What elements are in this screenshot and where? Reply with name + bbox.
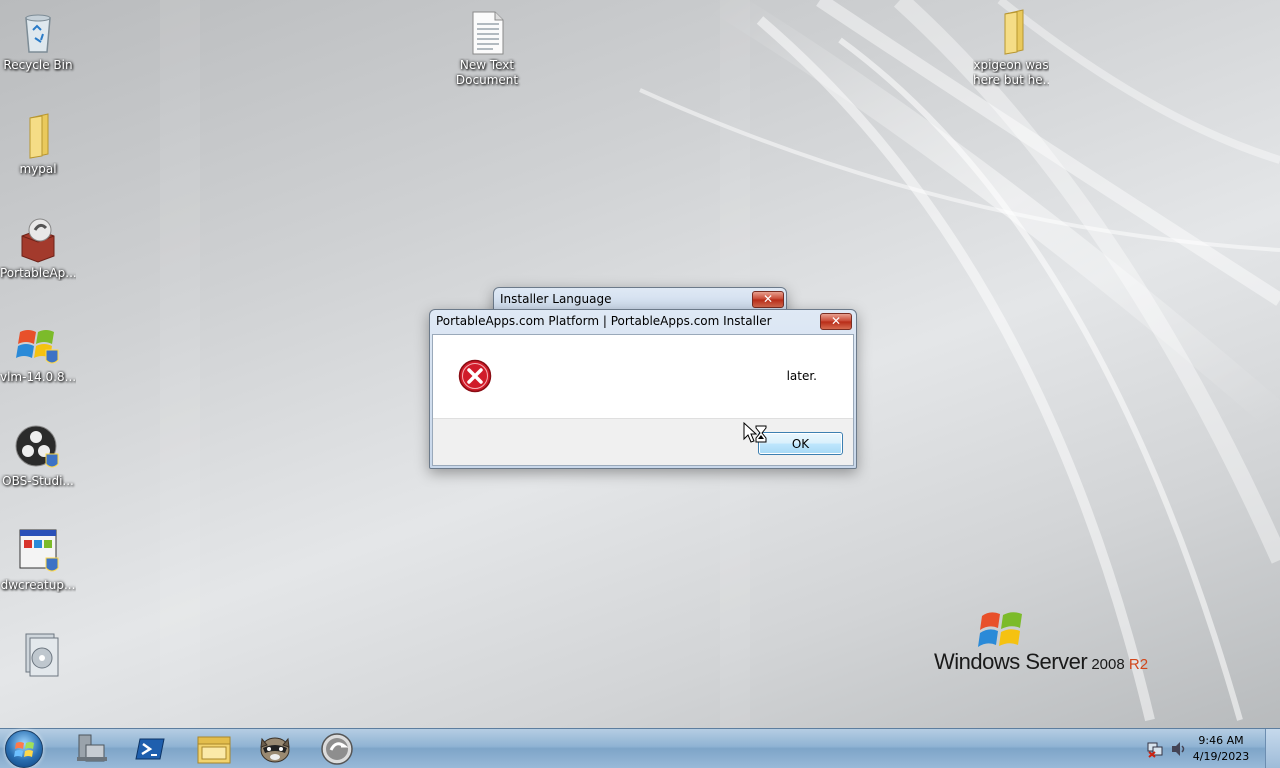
taskbar-portableapps[interactable] (312, 731, 362, 767)
desktop-icon-label: OBS-Studi... (2, 474, 74, 488)
desktop-icon-label-line2: here but he... (973, 73, 1049, 87)
desktop-icon-obs[interactable]: OBS-Studi... (0, 424, 76, 489)
desktop-icon-unnamed[interactable] (0, 632, 76, 682)
raccoon-app-icon (260, 737, 290, 763)
clock-date: 4/19/2023 (1192, 750, 1250, 763)
setup-disc-icon (14, 632, 62, 680)
desktop-icon-dwcreatup[interactable]: dwcreatup... (0, 528, 76, 593)
brand-version: 2008 (1087, 656, 1125, 673)
error-icon (458, 359, 492, 393)
desktop-icon-label: vlm-14.0.8... (0, 370, 76, 384)
desktop-icon-label: Recycle Bin (3, 58, 73, 72)
desktop-icon-new-text-document[interactable]: New Text Document (449, 8, 525, 88)
explorer-icon (197, 736, 231, 764)
desktop-icon-label-line1: xpigeon was (973, 58, 1049, 72)
ok-button[interactable]: OK (758, 432, 843, 455)
close-button[interactable]: ✕ (752, 291, 784, 308)
installer-error-dialog[interactable]: PortableApps.com Platform | PortableApps… (429, 309, 857, 469)
text-document-icon (463, 8, 511, 56)
windows-setup-shield-icon (14, 320, 62, 368)
brand-release: R2 (1124, 656, 1149, 673)
desktop-icon-label: PortableAp... (0, 266, 76, 280)
desktop-icon-recycle-bin[interactable]: Recycle Bin (0, 8, 76, 73)
desktop-icon-xpigeon-folder[interactable]: xpigeon was here but he... (973, 8, 1049, 88)
clock-time: 9:46 AM (1198, 734, 1244, 747)
portableapps-box-icon (14, 216, 62, 264)
system-clock[interactable]: 9:46 AM 4/19/2023 (1186, 733, 1256, 765)
desktop-icon-label: mypal (19, 162, 57, 176)
dialog-message: later. (786, 369, 817, 383)
dialog-button-bar: OK (433, 418, 853, 465)
folder-icon (987, 8, 1035, 56)
desktop-icon-label-line2: Document (455, 73, 519, 87)
folder-icon (14, 112, 62, 160)
desktop-icon-portableapps[interactable]: PortableAp... (0, 216, 76, 281)
dialog-title: PortableApps.com Platform | PortableApps… (436, 314, 772, 328)
brand-name: Windows Server (934, 649, 1088, 674)
installer-window-icon (14, 528, 62, 576)
network-tray-icon[interactable] (1146, 740, 1164, 758)
windows-logo-icon (14, 742, 34, 757)
recycle-bin-icon (14, 8, 62, 56)
desktop-icon-vlm[interactable]: vlm-14.0.8... (0, 320, 76, 385)
obs-studio-icon (14, 424, 62, 472)
powershell-icon (135, 738, 165, 760)
start-button[interactable] (5, 730, 43, 768)
dialog-content: later. OK (432, 334, 854, 466)
windows-server-branding: Windows Server 2008 R2 (934, 608, 1164, 678)
taskbar: 9:46 AM 4/19/2023 (0, 728, 1280, 768)
taskbar-server-manager[interactable] (66, 731, 116, 767)
busy-cursor-icon (743, 422, 767, 443)
close-icon: ✕ (762, 292, 774, 306)
taskbar-raccoon-app[interactable] (250, 731, 300, 767)
desktop-icon-mypal[interactable]: mypal (0, 112, 76, 177)
server-manager-icon (77, 734, 107, 762)
desktop-icon-label: dwcreatup... (0, 578, 76, 592)
portableapps-icon (321, 733, 353, 765)
dialog-message-area: later. (433, 335, 853, 418)
show-desktop-button[interactable] (1265, 729, 1280, 768)
close-icon: ✕ (830, 314, 842, 328)
dialog-close-button[interactable]: ✕ (820, 313, 852, 330)
windows-flag-logo (978, 612, 1022, 647)
desktop-icon-label-line1: New Text (459, 58, 515, 72)
taskbar-explorer[interactable] (188, 731, 238, 767)
taskbar-powershell[interactable] (126, 731, 176, 767)
